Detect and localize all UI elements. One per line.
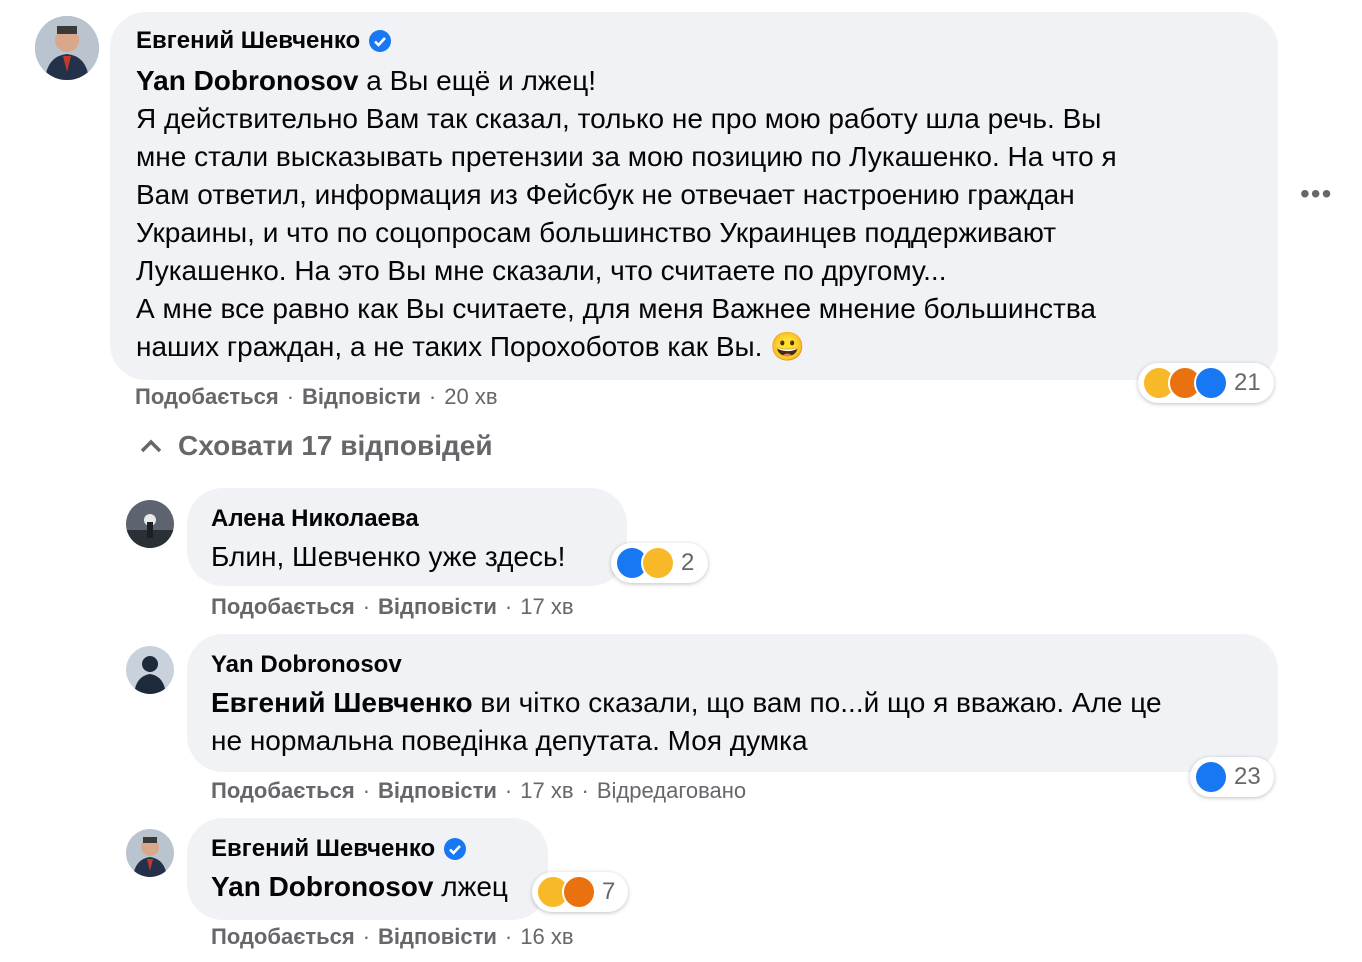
timestamp[interactable]: 20 хв	[444, 384, 497, 410]
reply-button[interactable]: Відповісти	[302, 384, 421, 410]
reply-button[interactable]: Відповісти	[378, 778, 497, 804]
avatar-yan[interactable]	[126, 646, 174, 694]
like-icon	[1194, 366, 1228, 400]
comment-bubble-2: Алена Николаева Блин, Шевченко уже здесь…	[187, 488, 627, 586]
hide-replies-label: Сховати 17 відповідей	[178, 430, 493, 461]
reaction-summary[interactable]: 21	[1138, 363, 1274, 403]
comment-text: Yan Dobronosov лжец	[211, 871, 508, 902]
like-button[interactable]: Подобається	[135, 384, 279, 410]
reaction-count: 7	[602, 878, 616, 905]
angry-icon	[562, 875, 596, 909]
comment-actions: Подобається · Відповісти · 17 хв · Відредаг…	[211, 778, 747, 804]
comment-text: Блин, Шевченко уже здесь!	[211, 541, 566, 572]
comment-text: Евгений Шевченко ви чітко сказали, що ва…	[211, 687, 1162, 756]
reaction-summary[interactable]: 23	[1190, 757, 1274, 797]
reaction-summary[interactable]: 7	[532, 872, 628, 912]
mention-link[interactable]: Евгений Шевченко	[211, 687, 473, 718]
reaction-count: 23	[1234, 763, 1261, 790]
reaction-count: 2	[681, 549, 695, 576]
timestamp[interactable]: 17 хв	[520, 778, 573, 804]
avatar-evgeniy[interactable]	[35, 16, 99, 80]
haha-icon	[641, 546, 675, 580]
timestamp[interactable]: 16 хв	[520, 924, 573, 950]
chevron-up-icon	[140, 439, 162, 453]
comment-bubble-4: Евгений Шевченко Yan Dobronosov лжец	[187, 818, 548, 920]
comment-text: Yan Dobronosov а Вы ещё и лжец! Я действ…	[136, 65, 1117, 362]
comment-actions: Подобається · Відповісти · 16 хв	[211, 924, 574, 950]
reply-button[interactable]: Відповісти	[378, 594, 497, 620]
comment-author[interactable]: Евгений Шевченко	[136, 26, 360, 56]
like-button[interactable]: Подобається	[211, 924, 355, 950]
avatar-alena[interactable]	[126, 500, 174, 548]
comment-actions: Подобається · Відповісти · 17 хв	[211, 594, 574, 620]
verified-badge-icon	[369, 30, 392, 52]
like-button[interactable]: Подобається	[211, 594, 355, 620]
reaction-count: 21	[1234, 369, 1261, 396]
mention-link[interactable]: Yan Dobronosov	[136, 65, 358, 96]
comment-author[interactable]: Евгений Шевченко	[211, 834, 435, 864]
avatar-evgeniy[interactable]	[126, 829, 174, 877]
timestamp[interactable]: 17 хв	[520, 594, 573, 620]
like-button[interactable]: Подобається	[211, 778, 355, 804]
comment-author[interactable]: Алена Николаева	[211, 504, 419, 534]
comment-bubble-1: Евгений Шевченко Yan Dobronosov а Вы ещё…	[110, 12, 1278, 380]
comment-actions: Подобається · Відповісти · 20 хв	[135, 384, 498, 410]
reply-button[interactable]: Відповісти	[378, 924, 497, 950]
edited-label[interactable]: Відредаговано	[597, 778, 746, 804]
comment-bubble-3: Yan Dobronosov Евгений Шевченко ви чітко…	[187, 634, 1278, 772]
reaction-summary[interactable]: 2	[611, 543, 708, 583]
more-options-icon[interactable]: •••	[1300, 178, 1332, 210]
comment-author[interactable]: Yan Dobronosov	[211, 650, 402, 680]
hide-replies-button[interactable]: Сховати 17 відповідей	[138, 430, 493, 462]
like-icon	[1194, 760, 1228, 794]
verified-badge-icon	[444, 838, 467, 860]
mention-link[interactable]: Yan Dobronosov	[211, 871, 433, 902]
